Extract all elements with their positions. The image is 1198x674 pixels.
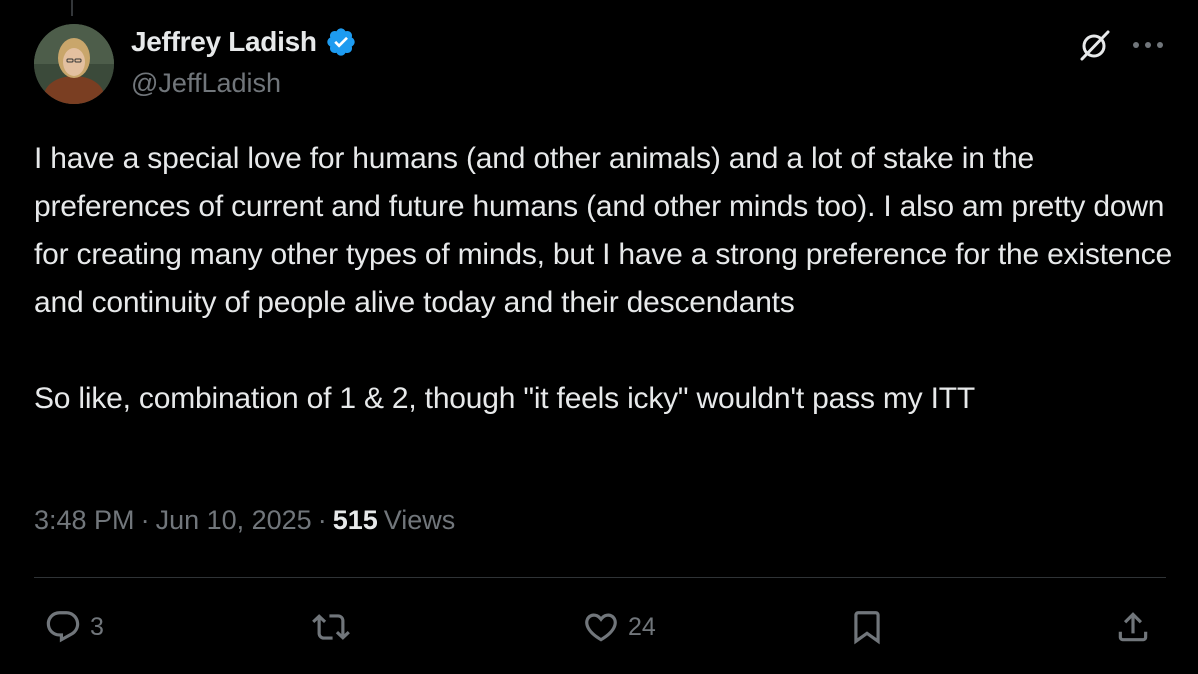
heart-icon xyxy=(585,613,617,642)
verified-badge-icon[interactable] xyxy=(325,26,357,58)
more-dots-icon[interactable] xyxy=(1130,30,1166,60)
divider xyxy=(34,577,1166,578)
meta-separator: · xyxy=(317,505,327,535)
like-count: 24 xyxy=(628,612,656,641)
reply-icon xyxy=(46,611,80,643)
bookmark-icon xyxy=(854,611,880,645)
thread-line xyxy=(71,0,73,16)
grok-icon[interactable] xyxy=(1078,28,1112,62)
reply-button[interactable]: 3 xyxy=(44,600,104,654)
views-count[interactable]: 515 xyxy=(333,505,378,536)
tweet-time[interactable]: 3:48 PM xyxy=(34,505,135,536)
tweet-text: I have a special love for humans (and ot… xyxy=(34,142,1173,415)
retweet-button[interactable] xyxy=(312,600,358,654)
like-button[interactable]: 24 xyxy=(582,600,656,654)
author-handle[interactable]: @JeffLadish xyxy=(131,68,281,99)
tweet-meta: 3:48 PM · Jun 10, 2025 · 515 Views xyxy=(34,505,455,536)
avatar-image xyxy=(34,24,114,104)
share-button[interactable] xyxy=(1114,600,1152,654)
share-icon xyxy=(1118,612,1148,642)
meta-separator: · xyxy=(140,505,150,535)
reply-count: 3 xyxy=(90,612,104,641)
bookmark-button[interactable] xyxy=(848,600,886,654)
views-label[interactable]: Views xyxy=(384,505,456,536)
retweet-icon xyxy=(312,614,350,640)
author-name-row[interactable]: Jeffrey Ladish xyxy=(131,26,357,58)
tweet-date[interactable]: Jun 10, 2025 xyxy=(156,505,312,536)
action-bar: 3 24 xyxy=(34,600,1166,654)
avatar[interactable] xyxy=(34,24,114,104)
author-name[interactable]: Jeffrey Ladish xyxy=(131,26,317,58)
